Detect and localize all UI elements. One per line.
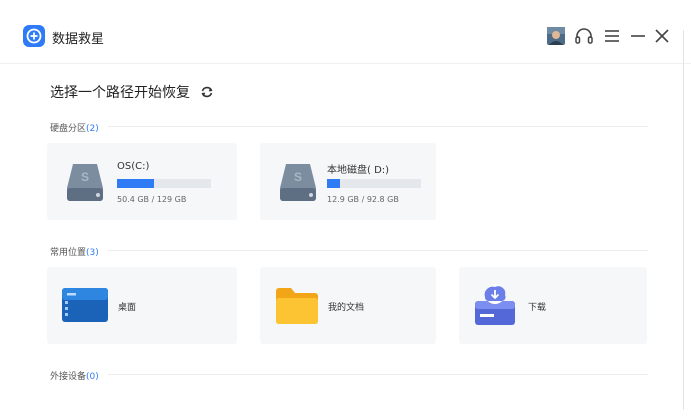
drive-usage-bar — [327, 179, 421, 188]
user-avatar[interactable] — [545, 25, 567, 47]
group-divider — [108, 374, 648, 375]
svg-text:S: S — [294, 170, 302, 184]
group-divider — [108, 250, 648, 251]
folder-icon — [276, 288, 318, 324]
drives-group-count: (2) — [86, 124, 99, 134]
page-title: 选择一个路径开始恢复 — [50, 85, 190, 101]
group-divider — [108, 126, 648, 127]
location-card-documents[interactable]: 我的文档 — [260, 267, 436, 344]
location-card-desktop[interactable]: 桌面 — [47, 267, 237, 344]
location-label: 桌面 — [118, 303, 137, 313]
drive-usage-fill — [117, 179, 154, 188]
close-icon[interactable] — [651, 25, 673, 47]
app-title: 数据救星 — [52, 32, 105, 47]
menu-icon[interactable] — [601, 25, 623, 47]
drive-card-d[interactable]: S 本地磁盘( D:) 12.9 GB / 92.8 GB — [260, 143, 436, 220]
minimize-icon[interactable] — [627, 25, 649, 47]
locations-group-label: 常用位置(3) — [50, 245, 99, 258]
download-icon — [475, 284, 515, 325]
external-group-label: 外接设备(0) — [50, 369, 99, 382]
location-card-downloads[interactable]: 下载 — [459, 267, 647, 344]
headset-icon[interactable] — [573, 25, 595, 47]
refresh-icon[interactable] — [200, 84, 214, 98]
locations-group-count: (3) — [86, 248, 99, 258]
drive-card-c[interactable]: S OS(C:) 50.4 GB / 129 GB — [47, 143, 237, 220]
drives-group-title: 硬盘分区 — [50, 124, 87, 134]
external-group-count: (0) — [86, 372, 99, 382]
desktop-icon — [62, 288, 108, 322]
location-label: 下载 — [528, 303, 547, 313]
hard-drive-icon: S — [67, 164, 103, 201]
drives-group-label: 硬盘分区(2) — [50, 121, 99, 134]
window-edge — [683, 30, 691, 410]
locations-group-title: 常用位置 — [50, 248, 87, 258]
drive-size: 50.4 GB / 129 GB — [117, 195, 187, 204]
drive-size: 12.9 GB / 92.8 GB — [327, 195, 399, 204]
svg-text:S: S — [81, 170, 89, 184]
lifebuoy-icon — [23, 25, 45, 47]
location-label: 我的文档 — [328, 303, 365, 313]
hard-drive-icon: S — [280, 164, 316, 201]
title-bar: 数据救星 — [0, 0, 691, 64]
drive-name: OS(C:) — [117, 161, 150, 172]
drive-name: 本地磁盘( D:) — [327, 165, 390, 176]
external-group-title: 外接设备 — [50, 372, 87, 382]
drive-usage-fill — [327, 179, 341, 188]
drive-usage-bar — [117, 179, 211, 188]
